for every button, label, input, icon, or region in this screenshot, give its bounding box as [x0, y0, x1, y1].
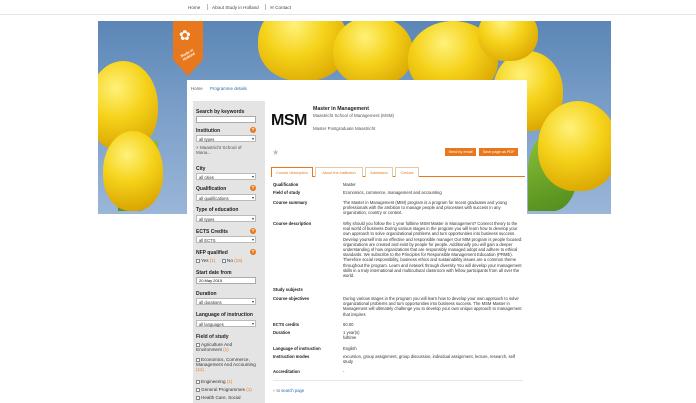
nfp-yes-checkbox[interactable]: Yes (1) [196, 258, 215, 263]
detail-value: 1 year(s) fulltime [343, 330, 360, 341]
detail-label: Course objectives [273, 296, 310, 301]
field-count: (11) [196, 367, 204, 372]
type-select[interactable]: all types [196, 215, 256, 222]
detail-value: excursion, group assignment, group discu… [343, 354, 516, 365]
detail-label: Course description [273, 221, 312, 226]
nav-contact-label: Contact [275, 5, 291, 10]
tab-about-institution[interactable]: About the institution [315, 167, 363, 177]
detail-value: The Master in Management (MIM) program i… [343, 200, 507, 216]
detail-value: 60.00 [343, 322, 354, 327]
field-count: (1) [246, 387, 252, 392]
nfp-no-label: No [227, 258, 233, 263]
info-icon[interactable]: ? [250, 249, 256, 255]
favorite-star-icon[interactable]: ★ [272, 148, 279, 157]
field-label: General Programmes [201, 387, 245, 392]
detail-label: Accreditation [273, 369, 300, 374]
tab-bar: Course description About the institution… [271, 167, 525, 177]
info-icon[interactable]: ? [250, 185, 256, 191]
field-checkbox[interactable]: Economics, Commerce, Management And Acco… [196, 357, 258, 372]
nav-separator [207, 4, 208, 10]
city-heading: City [196, 166, 206, 172]
nav-contact-link[interactable]: ✉ Contact [270, 5, 291, 11]
field-count: (1) [223, 347, 229, 352]
field-label: Health Care, Social [201, 395, 241, 400]
field-label: Economics, Commerce, Management And Acco… [196, 357, 256, 367]
search-heading: Search by keywords [196, 109, 245, 115]
city-select[interactable]: all cities [196, 173, 256, 180]
field-label: Engineering [201, 379, 226, 384]
nfp-yes-label: Yes [201, 258, 209, 263]
language-heading: Language of instruction [196, 312, 253, 318]
back-arrow-icon: « [273, 388, 276, 393]
field-checkbox[interactable]: Engineering (1) [196, 379, 258, 384]
institution-logo: MSM [271, 112, 307, 129]
nav-separator [265, 4, 266, 10]
start-date-input[interactable] [196, 277, 256, 284]
programme-title: Master in Management [313, 106, 369, 112]
detail-value: Why should you follow the 1 year fulltim… [343, 221, 523, 279]
send-email-button[interactable]: Send by email [445, 148, 476, 156]
school-name[interactable]: Maastricht School of Management (MSM) [313, 113, 394, 118]
ects-heading: ECTS Credits [196, 229, 228, 235]
start-date-heading: Start date from [196, 270, 232, 276]
info-icon[interactable]: ? [250, 127, 256, 133]
language-select[interactable]: all languages [196, 320, 256, 327]
back-link-label: to search page [276, 388, 305, 393]
breadcrumb: Home Programme details [191, 86, 247, 91]
detail-label: Field of study [273, 190, 301, 195]
nfp-heading: NFP qualified [196, 250, 228, 256]
detail-label: Duration [273, 330, 291, 335]
detail-label: Language of instruction [273, 346, 321, 351]
institution-selected-label: Maastricht School of Mana... [196, 145, 242, 155]
tab-course-description[interactable]: Course description [271, 167, 313, 177]
institution-selected-filter[interactable]: × Maastricht School of Mana... [196, 145, 256, 155]
type-heading: Type of education [196, 207, 239, 213]
detail-value: Economics, commerce, management and acco… [343, 190, 442, 195]
detail-value: - [343, 369, 345, 374]
duration-select[interactable]: all durations [196, 298, 256, 305]
divider [273, 380, 523, 381]
field-heading: Field of study [196, 334, 229, 340]
qualification-heading: Qualification [196, 186, 227, 192]
search-input[interactable] [196, 116, 256, 123]
back-to-search-link[interactable]: « to search page [273, 388, 304, 393]
detail-value: Master [343, 182, 356, 187]
tab-admission[interactable]: Admission [365, 167, 393, 177]
nfp-no-checkbox[interactable]: No (15) [222, 258, 242, 263]
nav-home-link[interactable]: Home [188, 5, 200, 10]
top-navigation: Home About Study in Holland ✉ Contact [0, 0, 696, 15]
breadcrumb-home-link[interactable]: Home [191, 86, 203, 91]
info-icon[interactable]: ? [250, 228, 256, 234]
detail-label: Study subjects [273, 287, 303, 292]
institution-heading: Institution [196, 128, 221, 134]
tab-contact[interactable]: Contact [395, 167, 419, 177]
nfp-yes-count: (1) [209, 258, 216, 263]
detail-label: Instruction modes [273, 354, 310, 359]
detail-value: English [343, 346, 357, 351]
duration-heading: Duration [196, 291, 217, 297]
field-checkbox[interactable]: General Programmes (1) [196, 387, 258, 392]
detail-label: ECTS credits [273, 322, 300, 327]
institution-select[interactable]: all types [196, 135, 256, 142]
detail-label: Qualification [273, 182, 299, 187]
field-count: (1) [226, 379, 233, 384]
detail-label: Course summary [273, 200, 308, 205]
qualification-select[interactable]: all qualifications [196, 194, 256, 201]
programme-location: Master Postgraduate Maastricht [313, 126, 376, 131]
nav-about-link[interactable]: About Study in Holland [212, 5, 259, 10]
logo-text: Study in Holland [179, 47, 196, 62]
detail-value: During various stages in the program you… [343, 296, 522, 317]
field-checkbox[interactable]: Health Care, Social [196, 395, 258, 400]
ects-select[interactable]: all ECTS [196, 236, 256, 243]
nfp-no-count: (15) [234, 258, 243, 263]
field-checkbox[interactable]: Agriculture And Environment (1) [196, 342, 258, 352]
tulip-logo-icon: ✿ [179, 27, 191, 43]
breadcrumb-current: Programme details [209, 86, 247, 91]
save-pdf-button[interactable]: Save page as PDF [479, 148, 518, 156]
